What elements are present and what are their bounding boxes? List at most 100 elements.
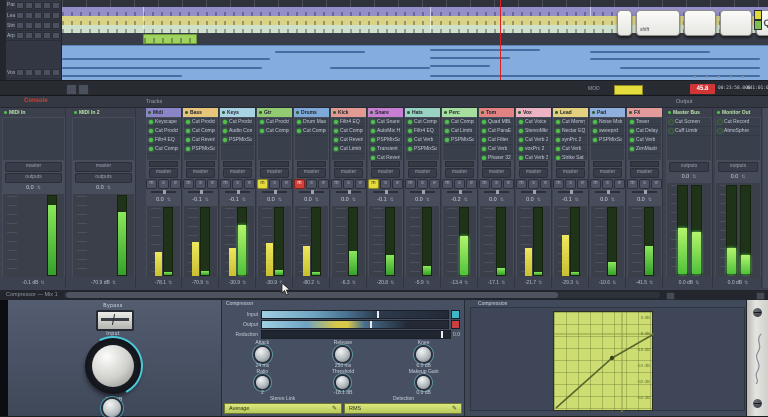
channel-name-bar[interactable]: Midi: [146, 108, 181, 117]
input-meter[interactable]: [261, 310, 449, 319]
meter-clip-button[interactable]: [451, 320, 460, 329]
pan-handle[interactable]: [459, 190, 462, 194]
fader-meter-area[interactable]: [184, 206, 217, 277]
spinner-icon[interactable]: ⇅: [649, 280, 653, 286]
mixer-channel[interactable]: GtrCut ProdctrCut Compresmastermse0.0⇅-3…: [257, 108, 293, 288]
insert-slot[interactable]: Cut Verb: [480, 145, 513, 154]
mute-button[interactable]: m: [479, 179, 490, 189]
insert-slot[interactable]: Cut Reverb: [184, 136, 217, 145]
spinner-icon[interactable]: ⇅: [426, 197, 430, 203]
solo-button[interactable]: s: [380, 179, 391, 189]
input-strip[interactable]: MIDI In 2masteroutputs0.0⇅-70.9 dB⇅: [72, 108, 136, 288]
solo-button[interactable]: s: [639, 179, 650, 189]
plugin-power-led-icon[interactable]: [593, 129, 597, 133]
loop-range-indicator[interactable]: [614, 85, 643, 95]
insert-slot[interactable]: Cut Compres: [295, 127, 328, 136]
spinner-icon[interactable]: ⇅: [107, 185, 111, 191]
pan-slider[interactable]: [484, 189, 509, 195]
mixer-channel[interactable]: LeadCut MemryNectar EQsynPrc 2Cut VerbSt…: [553, 108, 589, 288]
edit-button[interactable]: e: [355, 179, 366, 189]
insert-slot[interactable]: Filtr4 EQ: [332, 118, 365, 127]
insert-slot[interactable]: Cut Reverb: [369, 154, 402, 160]
detection-select[interactable]: RMS ✎: [344, 403, 462, 414]
insert-slot[interactable]: PSPMixSat: [443, 136, 476, 145]
spinner-icon[interactable]: ⇅: [538, 280, 542, 286]
plugin-power-led-icon[interactable]: [593, 120, 597, 124]
insert-slot[interactable]: synPrc 2: [554, 136, 587, 145]
output-strip-name-bar[interactable]: Master Bus: [666, 108, 712, 117]
plugin-power-led-icon[interactable]: [223, 129, 227, 133]
pan-handle[interactable]: [422, 190, 425, 194]
channel-name-bar[interactable]: Drums: [294, 108, 329, 117]
fader-meter-area[interactable]: [295, 206, 328, 277]
plugin-power-led-icon[interactable]: [186, 147, 190, 151]
spinner-icon[interactable]: ⇅: [205, 280, 209, 286]
solo-button[interactable]: s: [195, 179, 206, 189]
automation-slot[interactable]: [482, 161, 511, 167]
spinner-icon[interactable]: ⇅: [695, 280, 699, 286]
channel-name-bar[interactable]: Pad: [590, 108, 625, 117]
plugin-power-led-icon[interactable]: [334, 129, 338, 133]
track-button[interactable]: [52, 2, 60, 9]
timeline-ruler[interactable]: [62, 0, 768, 7]
mixer-channel[interactable]: FXTowerCut DelayCut VerbZenMastrmasterms…: [627, 108, 663, 288]
insert-slot[interactable]: Filtr4 EQ: [147, 136, 180, 145]
insert-slot[interactable]: Cut Verb: [406, 136, 439, 145]
output-routing-button[interactable]: outputs: [5, 173, 62, 183]
solo-button[interactable]: s: [528, 179, 539, 189]
track-header[interactable]: Lead: [6, 11, 61, 21]
spinner-icon[interactable]: ⇅: [501, 280, 505, 286]
threshold-knob[interactable]: [336, 376, 349, 389]
plugin-power-led-icon[interactable]: [371, 147, 375, 151]
spinner-icon[interactable]: ⇅: [278, 197, 282, 203]
fader-meter-area[interactable]: [554, 206, 587, 277]
insert-slot[interactable]: Cut Verb 3: [517, 154, 550, 160]
insert-slot[interactable]: Cut Reverb: [332, 136, 365, 145]
output-strip[interactable]: Master BusCut ScreenCuff Limitroutputs0.…: [666, 108, 713, 288]
edit-button[interactable]: e: [503, 179, 514, 189]
pan-handle[interactable]: [274, 190, 277, 194]
edit-button[interactable]: e: [540, 179, 551, 189]
insert-slot[interactable]: Cut Screen: [667, 118, 711, 127]
plugin-power-led-icon[interactable]: [408, 120, 412, 124]
mixer-channel[interactable]: VoxCut Voice 2StereoMkrCut Verb 2voxPrc …: [516, 108, 552, 288]
plugin-power-led-icon[interactable]: [297, 129, 301, 133]
pan-handle[interactable]: [163, 190, 166, 194]
output-routing-button[interactable]: master: [593, 168, 622, 178]
channel-name-bar[interactable]: Bass: [183, 108, 218, 117]
meter-mode-button[interactable]: [451, 310, 460, 319]
solo-button[interactable]: s: [269, 179, 280, 189]
pan-handle[interactable]: [237, 190, 240, 194]
gain-fader-bar[interactable]: [303, 246, 310, 276]
insert-slot[interactable]: Cut Compres: [443, 118, 476, 127]
plugin-power-led-icon[interactable]: [556, 156, 560, 160]
automation-slot[interactable]: [593, 161, 622, 167]
track-button[interactable]: [25, 22, 33, 29]
plugin-power-led-icon[interactable]: [556, 147, 560, 151]
mixer-hscrollbar-thumb[interactable]: [66, 292, 558, 298]
mute-button[interactable]: m: [294, 179, 305, 189]
spinner-icon[interactable]: ⇅: [167, 197, 171, 203]
output-routing-button[interactable]: master: [630, 168, 659, 178]
mute-button[interactable]: m: [331, 179, 342, 189]
pan-handle[interactable]: [311, 190, 314, 194]
edit-button[interactable]: e: [429, 179, 440, 189]
plugin-power-led-icon[interactable]: [371, 129, 375, 133]
spinner-icon[interactable]: ⇅: [37, 185, 41, 191]
channel-name-bar[interactable]: Tom: [479, 108, 514, 117]
pan-slider[interactable]: [632, 189, 657, 195]
edit-button[interactable]: e: [281, 179, 292, 189]
insert-slot[interactable]: Cut ParaEQ: [480, 127, 513, 136]
fader-meter-area[interactable]: [332, 206, 365, 277]
spinner-icon[interactable]: ⇅: [40, 280, 44, 286]
track-button[interactable]: [16, 2, 24, 9]
automation-slot[interactable]: [630, 161, 659, 167]
plugin-power-led-icon[interactable]: [630, 129, 634, 133]
pan-handle[interactable]: [607, 190, 610, 194]
plugin-power-led-icon[interactable]: [630, 147, 634, 151]
automation-slot[interactable]: [556, 161, 585, 167]
solo-button[interactable]: s: [491, 179, 502, 189]
channel-name-bar[interactable]: Gtr: [257, 108, 292, 117]
pan-handle[interactable]: [570, 190, 573, 194]
automation-slot[interactable]: [519, 161, 548, 167]
